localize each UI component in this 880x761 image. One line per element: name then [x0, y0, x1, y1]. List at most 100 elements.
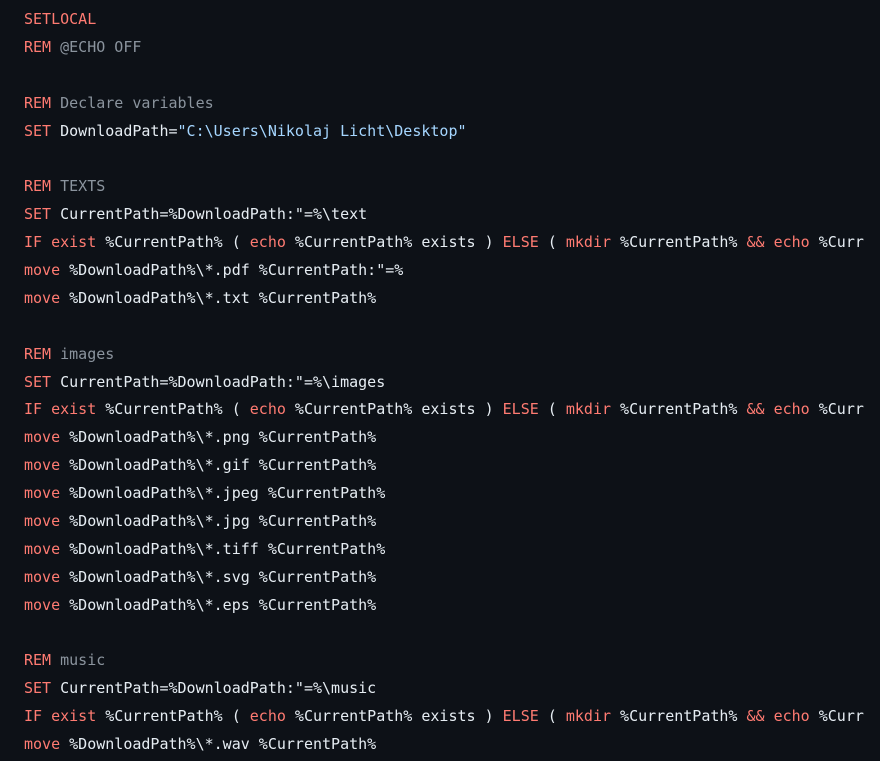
- code-token-text: %CurrentPath% (: [96, 707, 250, 726]
- code-token-text: %DownloadPath%\*.txt %CurrentPath%: [60, 288, 377, 307]
- code-line: move %DownloadPath%\*.svg %CurrentPath%: [24, 564, 864, 592]
- code-line: SET CurrentPath=%DownloadPath:"=%\images: [24, 369, 864, 397]
- code-line: move %DownloadPath%\*.wav %CurrentPath%: [24, 731, 864, 759]
- code-token-keyword: IF: [24, 233, 43, 252]
- code-token-text: %DownloadPath%\*.eps %CurrentPath%: [60, 595, 377, 614]
- code-token-text: %Curr: [809, 233, 864, 252]
- code-token-keyword: echo: [249, 233, 286, 252]
- code-token-text: DownloadPath=: [51, 121, 178, 140]
- code-token-keyword: &&: [746, 707, 765, 726]
- code-token-text: %DownloadPath%\*.gif %CurrentPath%: [60, 456, 377, 475]
- code-line: move %DownloadPath%\*.gif %CurrentPath%: [24, 452, 864, 480]
- code-token-comment: Declare variables: [51, 93, 214, 112]
- code-token-keyword: REM: [24, 93, 52, 112]
- code-token-keyword: echo: [773, 707, 810, 726]
- code-token-keyword: IF: [24, 707, 43, 726]
- code-token-text: %CurrentPath% exists ): [285, 233, 503, 252]
- code-token-comment: TEXTS: [51, 177, 106, 196]
- code-token-keyword: SETLOCAL: [24, 10, 97, 28]
- code-line: ​: [24, 313, 864, 341]
- code-token-text: %DownloadPath%\*.pdf %CurrentPath:"=%: [60, 261, 404, 280]
- code-token-text: %CurrentPath%: [611, 707, 747, 726]
- code-token-text: %Curr: [809, 707, 864, 726]
- code-token-keyword: move: [24, 512, 61, 531]
- code-token-comment: @ECHO OFF: [51, 37, 142, 56]
- code-token-keyword: REM: [24, 37, 52, 56]
- code-token-text: %CurrentPath% (: [96, 233, 250, 252]
- code-token-keyword: ELSE: [502, 400, 539, 419]
- code-line: move %DownloadPath%\*.png %CurrentPath%: [24, 424, 864, 452]
- code-token-keyword: echo: [249, 400, 286, 419]
- code-token-text: CurrentPath=%DownloadPath:"=%\music: [51, 679, 377, 698]
- code-line: move %DownloadPath%\*.eps %CurrentPath%: [24, 592, 864, 620]
- code-token-keyword: move: [24, 428, 61, 447]
- code-token-text: %CurrentPath%: [611, 400, 747, 419]
- code-line: move %DownloadPath%\*.pdf %CurrentPath:"…: [24, 257, 864, 285]
- code-token-keyword: move: [24, 456, 61, 475]
- code-lines: SETLOCALREM @ECHO OFF​REM Declare variab…: [24, 6, 864, 759]
- code-line: move %DownloadPath%\*.txt %CurrentPath%: [24, 285, 864, 313]
- code-token-text: %DownloadPath%\*.jpg %CurrentPath%: [60, 512, 377, 531]
- code-token-text: %CurrentPath% exists ): [285, 400, 503, 419]
- code-token-keyword: &&: [746, 233, 765, 252]
- code-token-keyword: ELSE: [502, 707, 539, 726]
- code-token-text: %DownloadPath%\*.wav %CurrentPath%: [60, 735, 377, 754]
- code-token-keyword: move: [24, 539, 61, 558]
- code-line: ​: [24, 62, 864, 90]
- code-token-keyword: mkdir: [565, 707, 612, 726]
- code-token-keyword: REM: [24, 177, 52, 196]
- code-token-keyword: exist: [51, 400, 97, 419]
- code-token-text: %DownloadPath%\*.svg %CurrentPath%: [60, 567, 377, 586]
- code-line: REM @ECHO OFF: [24, 34, 864, 62]
- code-token-keyword: exist: [51, 233, 97, 252]
- code-line: ​: [24, 620, 864, 648]
- code-token-keyword: mkdir: [565, 233, 612, 252]
- code-line: REM music: [24, 647, 864, 675]
- code-token-keyword: echo: [773, 233, 810, 252]
- code-token-keyword: mkdir: [565, 400, 612, 419]
- code-token-keyword: REM: [24, 651, 52, 670]
- code-line: REM TEXTS: [24, 173, 864, 201]
- code-token-keyword: SET: [24, 679, 52, 698]
- code-line: ​: [24, 145, 864, 173]
- code-token-string: "C:\Users\Nikolaj Licht\Desktop": [177, 121, 467, 140]
- code-line: move %DownloadPath%\*.jpg %CurrentPath%: [24, 508, 864, 536]
- code-token-keyword: ELSE: [502, 233, 539, 252]
- code-token-keyword: SET: [24, 372, 52, 391]
- code-token-text: %Curr: [809, 400, 864, 419]
- code-line: IF exist %CurrentPath% ( echo %CurrentPa…: [24, 396, 864, 424]
- code-token-text: %DownloadPath%\*.jpeg %CurrentPath%: [60, 484, 386, 503]
- code-line: SET DownloadPath="C:\Users\Nikolaj Licht…: [24, 118, 864, 146]
- code-token-text: %DownloadPath%\*.png %CurrentPath%: [60, 428, 377, 447]
- code-token-text: (: [538, 400, 566, 419]
- code-token-keyword: echo: [249, 707, 286, 726]
- code-token-keyword: move: [24, 288, 61, 307]
- code-line: IF exist %CurrentPath% ( echo %CurrentPa…: [24, 229, 864, 257]
- code-line: IF exist %CurrentPath% ( echo %CurrentPa…: [24, 703, 864, 731]
- code-line: REM images: [24, 341, 864, 369]
- code-token-text: CurrentPath=%DownloadPath:"=%\text: [51, 205, 368, 224]
- code-token-text: %DownloadPath%\*.tiff %CurrentPath%: [60, 539, 386, 558]
- code-token-keyword: move: [24, 567, 61, 586]
- code-token-text: %CurrentPath% (: [96, 400, 250, 419]
- code-token-text: (: [538, 707, 566, 726]
- code-token-text: CurrentPath=%DownloadPath:"=%\images: [51, 372, 386, 391]
- code-line: SET CurrentPath=%DownloadPath:"=%\text: [24, 201, 864, 229]
- code-token-comment: music: [51, 651, 106, 670]
- code-token-keyword: &&: [746, 400, 765, 419]
- code-token-keyword: move: [24, 595, 61, 614]
- code-line: move %DownloadPath%\*.tiff %CurrentPath%: [24, 536, 864, 564]
- code-token-comment: images: [51, 344, 115, 363]
- code-token-keyword: echo: [773, 400, 810, 419]
- code-token-keyword: SET: [24, 205, 52, 224]
- code-line: SETLOCAL: [24, 6, 864, 34]
- code-line: move %DownloadPath%\*.jpeg %CurrentPath%: [24, 480, 864, 508]
- code-token-keyword: REM: [24, 344, 52, 363]
- code-block: SETLOCALREM @ECHO OFF​REM Declare variab…: [0, 0, 880, 761]
- code-token-keyword: move: [24, 484, 61, 503]
